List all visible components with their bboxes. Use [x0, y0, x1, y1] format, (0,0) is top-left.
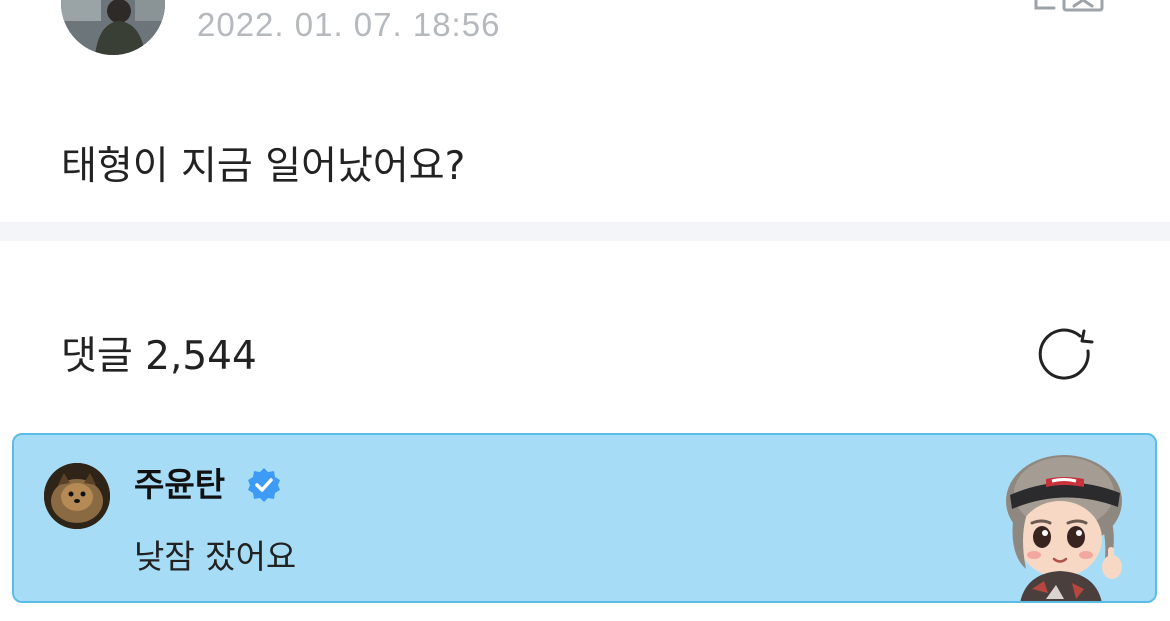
post-page: 2022. 01. 07. 18:56 태형이 지금 일어났어요? 댓글 2,5…: [0, 0, 1170, 621]
post-timestamp: 2022. 01. 07. 18:56: [197, 6, 501, 43]
comment-author-name[interactable]: 주윤탄: [134, 463, 225, 507]
dog-avatar-photo: [44, 463, 110, 529]
highlighted-comment-card[interactable]: 주윤탄 낮잠 잤어요: [12, 433, 1157, 603]
section-divider: [0, 222, 1170, 241]
translate-icon: [1034, 0, 1104, 12]
translate-button[interactable]: [1028, 0, 1108, 24]
refresh-button[interactable]: [1036, 327, 1100, 387]
character-sticker: [986, 443, 1146, 601]
post-body-text: 태형이 지금 일어났어요?: [61, 144, 466, 189]
refresh-icon: [1038, 328, 1094, 380]
verified-badge-icon: [246, 467, 282, 503]
avatar-photo: [61, 0, 165, 55]
comment-body-text: 낮잠 잤어요: [134, 537, 297, 576]
comment-author-avatar[interactable]: [44, 463, 110, 529]
post-author-avatar[interactable]: [61, 0, 165, 55]
comments-count-title: 댓글 2,544: [61, 334, 257, 379]
